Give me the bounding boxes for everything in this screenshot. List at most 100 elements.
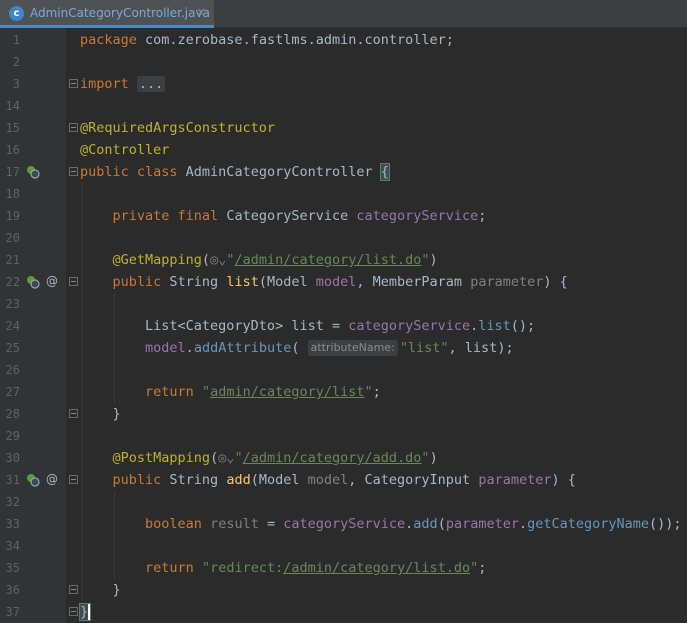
code-token: add [413,516,438,532]
code-line[interactable]: 22 public String list(Model model, Membe… [0,271,687,293]
code-token: , MemberParam [356,274,471,290]
code-token: model [307,472,349,488]
code-line[interactable]: 2 [0,51,687,73]
line-number: 22 [5,275,20,289]
code-token: " [421,450,430,466]
code-token: addAttribute [193,340,292,356]
code-token: import [80,76,137,92]
line-number: 24 [5,319,20,333]
code-line[interactable]: 20 [0,227,687,249]
fold-marker-icon[interactable] [69,123,78,132]
code-text: } [80,403,121,425]
code-line[interactable]: 33 boolean result = categoryService.add(… [0,513,687,535]
code-token: public class [80,164,186,180]
line-number: 27 [5,385,20,399]
code-line[interactable]: 31 public String add(Model model, Catego… [0,469,687,491]
code-token: boolean [145,516,211,532]
indent-guide [114,491,115,579]
line-number: 28 [5,407,20,421]
line-number: 26 [5,363,20,377]
fold-marker-icon[interactable] [69,167,78,176]
code-line[interactable]: 32 [0,491,687,513]
code-line[interactable]: 27 return "admin/category/list"; [0,381,687,403]
code-token: ; [478,208,487,224]
code-token: = [258,516,284,532]
fold-marker-icon[interactable] [69,409,78,418]
folded-imports[interactable]: ... [136,76,166,92]
code-token: ; [372,384,381,400]
code-line[interactable]: 36 } [0,579,687,601]
fold-marker-icon[interactable] [69,607,78,616]
code-token: model [145,340,186,356]
code-line[interactable]: 23 [0,293,687,315]
fold-marker-icon[interactable] [69,585,78,594]
code-line[interactable]: 16 @Controller [0,139,687,161]
code-token: parameter [470,274,544,290]
code-line[interactable]: 3 import ... [0,73,687,95]
at-icon[interactable]: @ [46,472,58,486]
code-token: String [169,274,227,290]
parameter-hint: attributeName: [307,340,398,356]
code-token: " [234,450,243,466]
code-line[interactable]: 37} [0,601,687,623]
code-text: } [80,579,121,601]
line-number: 36 [5,583,20,597]
close-icon[interactable]: × [196,5,206,19]
file-tab[interactable]: c AdminCategoryController.java × [0,0,214,28]
code-token: "list" [399,340,449,356]
fold-marker-icon[interactable] [69,79,78,88]
line-number: 34 [5,539,20,553]
code-token: , list); [448,340,514,356]
line-number: 23 [5,297,20,311]
code-line[interactable]: 24 List<CategoryDto> list = categoryServ… [0,315,687,337]
fold-marker-icon[interactable] [69,277,78,286]
file-tab-label: AdminCategoryController.java [30,6,210,20]
code-line[interactable]: 14 [0,95,687,117]
code-token: ) { [543,274,568,290]
code-token: categoryService [283,516,406,532]
code-text: @PostMapping(◎⌄"/admin/category/add.do") [80,447,438,469]
code-token: " [201,384,211,400]
code-token: (Model [258,274,316,290]
code-token: AdminCategoryController [185,164,381,180]
code-line[interactable]: 35 return "redirect:/admin/category/list… [0,557,687,579]
code-token: ; [478,560,487,576]
code-line[interactable]: 26 [0,359,687,381]
line-number: 35 [5,561,20,575]
line-number: 32 [5,495,20,509]
code-line[interactable]: 30 @PostMapping(◎⌄"/admin/category/add.d… [0,447,687,469]
code-text: @RequiredArgsConstructor [80,117,275,139]
line-number: 30 [5,451,20,465]
code-line[interactable]: 25 model.addAttribute( attributeName: "li… [0,337,687,359]
code-token: } [80,406,121,422]
code-token: ( [291,340,308,356]
code-token: "redirect: [201,560,284,576]
editor-tab-bar: c AdminCategoryController.java × [0,0,687,28]
code-line[interactable]: 19 private final CategoryService categor… [0,205,687,227]
code-token: com.zerobase.fastlms.admin.controller; [145,32,454,48]
code-line[interactable]: 15 @RequiredArgsConstructor [0,117,687,139]
code-token: return [145,560,202,576]
code-line[interactable]: 1 package com.zerobase.fastlms.admin.cont… [0,29,687,51]
fold-marker-icon[interactable] [69,475,78,484]
spring-bean-icon[interactable] [26,473,40,487]
code-line[interactable]: 21 @GetMapping(◎⌄ "/admin/category/list.d… [0,249,687,271]
code-line[interactable]: 28 } [0,403,687,425]
spring-bean-icon[interactable] [26,165,40,179]
code-token: /admin/category/add.do [242,450,422,466]
spring-bean-icon[interactable] [26,275,40,289]
code-line[interactable]: 17 public class AdminCategoryController { [0,161,687,183]
code-text: List<CategoryDto> list = categoryService… [80,315,535,337]
code-text: public class AdminCategoryController { [80,161,390,183]
code-line[interactable]: 18 [0,183,687,205]
code-token: parameter [445,516,519,532]
code-line[interactable]: 34 [0,535,687,557]
at-icon[interactable]: @ [46,274,58,288]
code-text: } [78,601,92,623]
code-line[interactable]: 29 [0,425,687,447]
